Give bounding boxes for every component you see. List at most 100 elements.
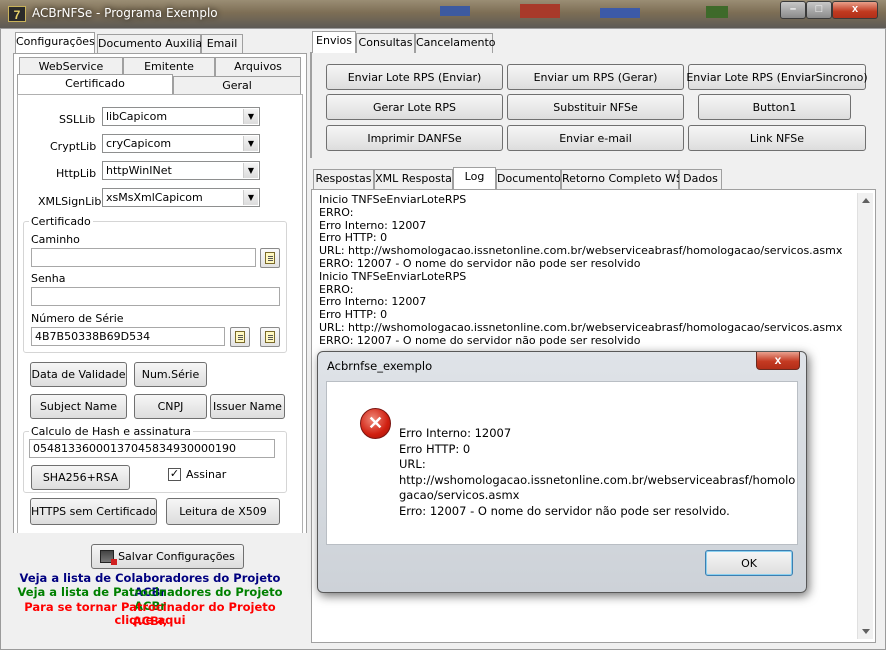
enviar-email-button[interactable]: Enviar e-mail bbox=[507, 125, 684, 151]
background-decoration bbox=[600, 8, 640, 18]
tab-arquivos[interactable]: Arquivos bbox=[215, 57, 301, 77]
button1[interactable]: Button1 bbox=[698, 94, 851, 120]
log-line: Inicio TNFSeEnviarLoteRPS bbox=[319, 194, 467, 206]
leitura-x509-button[interactable]: Leitura de X509 bbox=[166, 498, 280, 525]
num-serie-button[interactable]: Num.Série bbox=[134, 362, 207, 387]
tab-respostas[interactable]: Respostas bbox=[313, 169, 374, 189]
error-dialog: Acbrnfse_exemplo x ✕ Erro Interno: 12007… bbox=[317, 351, 807, 593]
tab-consultas[interactable]: Consultas bbox=[356, 33, 415, 53]
open-certificate-button[interactable] bbox=[260, 327, 280, 347]
browse-file-button[interactable] bbox=[260, 248, 280, 268]
tab-documento-auxiliar[interactable]: Documento Auxiliar bbox=[97, 34, 207, 54]
subject-name-button[interactable]: Subject Name bbox=[30, 394, 127, 419]
cryptlib-select[interactable]: cryCapicom ▼ bbox=[102, 134, 260, 153]
hash-input[interactable]: 05481336000137045834930000190 bbox=[29, 439, 275, 458]
substituir-nfse-button[interactable]: Substituir NFSe bbox=[507, 94, 684, 120]
log-line: ERRO: bbox=[319, 205, 354, 219]
ok-button[interactable]: OK bbox=[705, 550, 793, 576]
tab-certificado[interactable]: Certificado bbox=[17, 74, 173, 96]
log-line: ERRO: 12007 - O nome do servidor não pod… bbox=[319, 256, 641, 270]
log-line: Erro Interno: 12007 bbox=[319, 218, 427, 232]
xmlsignlib-select[interactable]: xsMsXmlCapicom ▼ bbox=[102, 188, 260, 207]
scroll-down-icon[interactable] bbox=[862, 629, 870, 634]
httplib-value: httpWinINet bbox=[106, 164, 172, 177]
select-certificate-button[interactable] bbox=[230, 327, 250, 347]
tab-retorno-completo-ws[interactable]: Retorno Completo WS bbox=[561, 169, 683, 189]
log-line: Erro Interno: 12007 bbox=[319, 295, 427, 309]
tab-documento[interactable]: Documento bbox=[496, 169, 561, 189]
issuer-name-button[interactable]: Issuer Name bbox=[210, 394, 285, 419]
log-line: URL: http://wshomologacao.issnetonline.c… bbox=[319, 320, 843, 334]
gerar-lote-rps-button[interactable]: Gerar Lote RPS bbox=[326, 94, 503, 120]
assinar-label: Assinar bbox=[186, 468, 227, 481]
dialog-close-button[interactable]: x bbox=[756, 352, 800, 370]
minimize-button[interactable]: – bbox=[780, 1, 806, 19]
dialog-message: Erro Interno: 12007 Erro HTTP: 0 URL: ht… bbox=[399, 426, 796, 518]
clique-aqui-link[interactable]: clique aqui bbox=[15, 613, 285, 627]
envios-panel bbox=[310, 52, 312, 158]
tab-configuracoes[interactable]: Configurações bbox=[15, 32, 95, 54]
error-icon: ✕ bbox=[360, 408, 391, 439]
numero-serie-input[interactable]: 4B7B50338B69D534 bbox=[31, 327, 225, 346]
tab-cancelamento[interactable]: Cancelamento bbox=[415, 33, 496, 53]
dialog-body: ✕ Erro Interno: 12007 Erro HTTP: 0 URL: … bbox=[326, 381, 798, 545]
ssllib-value: libCapicom bbox=[106, 110, 168, 123]
tab-envios[interactable]: Envios bbox=[312, 31, 356, 53]
background-decoration bbox=[440, 6, 470, 16]
numero-serie-label: Número de Série bbox=[31, 312, 124, 325]
tab-xml-resposta[interactable]: XML Resposta bbox=[374, 169, 453, 189]
caminho-label: Caminho bbox=[31, 233, 80, 246]
scroll-up-icon[interactable] bbox=[862, 198, 870, 203]
tab-email[interactable]: Email bbox=[201, 34, 243, 54]
checkmark-icon: ✓ bbox=[169, 468, 180, 480]
chevron-down-icon: ▼ bbox=[243, 163, 258, 178]
assinar-checkbox[interactable]: ✓ bbox=[168, 468, 181, 481]
cryptlib-value: cryCapicom bbox=[106, 137, 172, 150]
salvar-configuracoes-button[interactable]: Salvar Configurações bbox=[91, 544, 244, 569]
save-icon bbox=[100, 550, 118, 565]
httplib-select[interactable]: httpWinINet ▼ bbox=[102, 161, 260, 180]
data-validade-button[interactable]: Data de Validade bbox=[30, 362, 127, 387]
ssllib-label: SSLLib bbox=[59, 113, 96, 126]
httplib-label: HttpLib bbox=[56, 167, 97, 180]
xmlsignlib-value: xsMsXmlCapicom bbox=[106, 191, 203, 204]
background-decoration bbox=[520, 4, 560, 18]
chevron-down-icon: ▼ bbox=[243, 136, 258, 151]
senha-input[interactable] bbox=[31, 287, 280, 306]
dialog-title: Acbrnfse_exemplo bbox=[327, 359, 433, 373]
senha-label: Senha bbox=[31, 272, 66, 285]
file-icon bbox=[265, 331, 275, 343]
file-icon bbox=[265, 252, 275, 264]
close-button[interactable]: x bbox=[832, 1, 878, 19]
enviar-lote-rps-sincrono-button[interactable]: Enviar Lote RPS (EnviarSincrono) bbox=[686, 64, 868, 90]
maximize-button[interactable]: □ bbox=[806, 1, 832, 19]
log-scrollbar[interactable] bbox=[857, 193, 873, 639]
https-sem-certificado-button[interactable]: HTTPS sem Certificado bbox=[30, 498, 157, 525]
salvar-configuracoes-label: Salvar Configurações bbox=[118, 550, 235, 563]
log-text[interactable]: Inicio TNFSeEnviarLoteRPS ERRO: Erro Inter… bbox=[319, 194, 854, 354]
chevron-down-icon: ▼ bbox=[243, 109, 258, 124]
cryptlib-label: CryptLib bbox=[50, 140, 97, 153]
xmlsignlib-label: XMLSignLib bbox=[38, 195, 102, 208]
enviar-um-rps-button[interactable]: Enviar um RPS (Gerar) bbox=[507, 64, 684, 90]
file-icon bbox=[235, 331, 245, 343]
log-line: ERRO: 12007 - O nome do servidor não pod… bbox=[319, 333, 641, 347]
enviar-lote-rps-button[interactable]: Enviar Lote RPS (Enviar) bbox=[326, 64, 503, 90]
sha256-rsa-button[interactable]: SHA256+RSA bbox=[31, 465, 130, 490]
certificado-group-title: Certificado bbox=[29, 215, 93, 228]
log-line: Inicio TNFSeEnviarLoteRPS bbox=[319, 269, 467, 283]
app-icon: 7 bbox=[8, 6, 26, 22]
tab-log[interactable]: Log bbox=[453, 167, 496, 189]
window-title: ACBrNFSe - Programa Exemplo bbox=[32, 6, 218, 20]
hash-group-title: Calculo de Hash e assinatura bbox=[29, 425, 194, 438]
title-bar[interactable]: 7 ACBrNFSe - Programa Exemplo – □ x bbox=[0, 0, 886, 28]
link-nfse-button[interactable]: Link NFSe bbox=[688, 125, 866, 151]
background-decoration bbox=[706, 6, 728, 18]
cnpj-button[interactable]: CNPJ bbox=[134, 394, 207, 419]
imprimir-danfse-button[interactable]: Imprimir DANFSe bbox=[326, 125, 503, 151]
caminho-input[interactable] bbox=[31, 248, 256, 267]
tab-geral[interactable]: Geral bbox=[173, 76, 301, 96]
tab-dados[interactable]: Dados bbox=[679, 169, 722, 189]
chevron-down-icon: ▼ bbox=[243, 190, 258, 205]
ssllib-select[interactable]: libCapicom ▼ bbox=[102, 107, 260, 126]
